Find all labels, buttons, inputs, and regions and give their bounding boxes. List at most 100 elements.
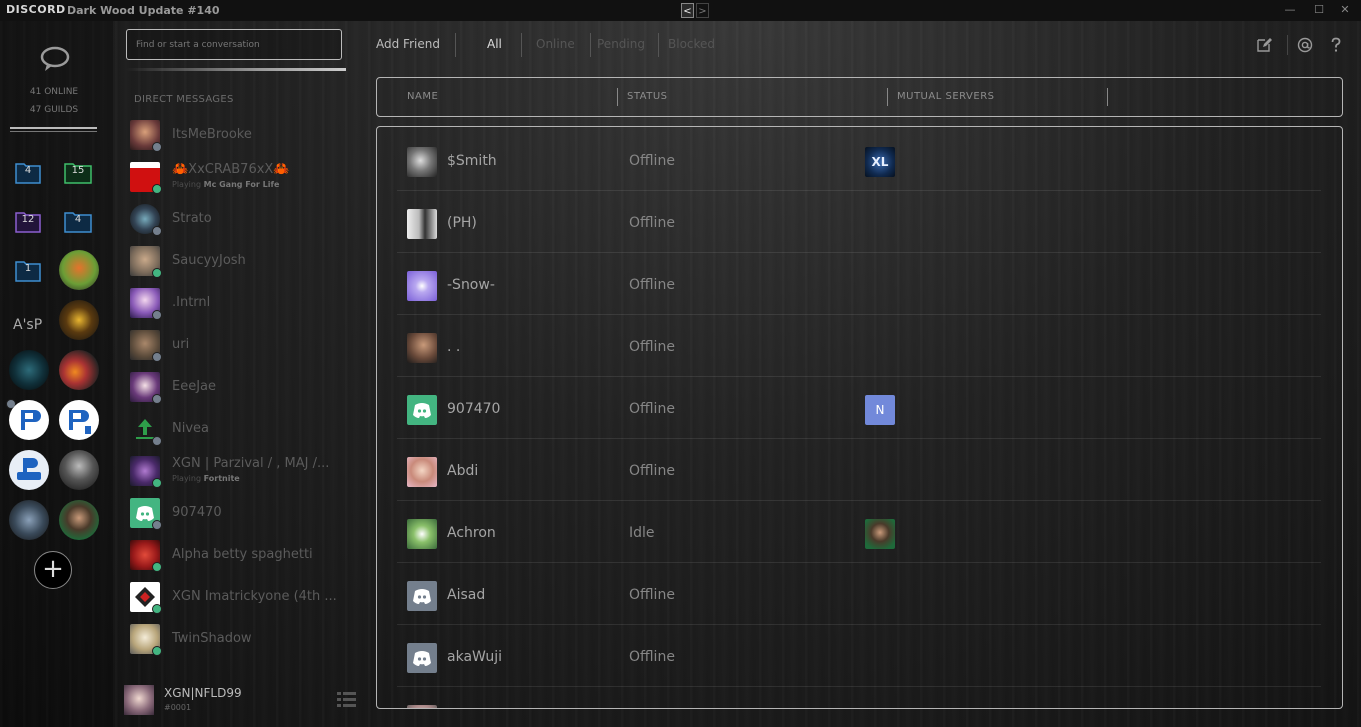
friend-status: Offline: [629, 277, 675, 293]
guild-folder[interactable]: 15: [64, 160, 92, 184]
discord-icon: [413, 589, 431, 604]
dm-item[interactable]: EeeJae: [130, 368, 355, 410]
avatar: [407, 457, 437, 487]
friend-row[interactable]: Achron Idle: [377, 501, 1342, 563]
close-button[interactable]: ✕: [1335, 2, 1355, 18]
dm-name: Nivea: [172, 421, 209, 436]
friend-name: Aisad: [447, 587, 486, 603]
tab-online[interactable]: Online: [536, 37, 575, 51]
dm-item[interactable]: 🦀XxCRAB76xX🦀 Playing Mc Gang For Life: [130, 158, 355, 200]
guild-icon[interactable]: [9, 350, 49, 390]
settings-icon[interactable]: [337, 691, 356, 709]
friends-table: $Smith Offline XL (PH) Offline -Snow- Of…: [376, 126, 1343, 709]
column-divider: [1107, 88, 1108, 106]
friend-name: 907470: [447, 401, 501, 417]
dm-item[interactable]: SaucyyJosh: [130, 242, 355, 284]
friend-row[interactable]: Aisad Offline: [377, 563, 1342, 625]
search-box[interactable]: [126, 29, 342, 60]
user-name: XGN|NFLD99: [164, 686, 242, 700]
dm-item[interactable]: XGN | Parzival / , MAJ /... Playing Fort…: [130, 452, 355, 494]
dm-item[interactable]: 907470: [130, 494, 355, 536]
tab-blocked[interactable]: Blocked: [668, 37, 715, 51]
dm-item[interactable]: Alpha betty spaghetti: [130, 536, 355, 578]
friend-row[interactable]: $Smith Offline XL: [377, 129, 1342, 191]
avatar[interactable]: [124, 685, 154, 715]
status-dot: [152, 604, 162, 614]
dm-name: SaucyyJosh: [172, 253, 246, 268]
dm-list: ItsMeBrooke 🦀XxCRAB76xX🦀 Playing Mc Gang…: [113, 116, 355, 672]
friend-row[interactable]: akaWuji Offline: [377, 625, 1342, 687]
guild-icon[interactable]: [59, 350, 99, 390]
friend-row[interactable]: . . Offline: [377, 315, 1342, 377]
mutual-server-icon[interactable]: XL: [865, 147, 895, 177]
status-dot: [152, 184, 162, 194]
new-group-dm-icon[interactable]: [1256, 37, 1272, 53]
status-dot: [152, 352, 162, 362]
dm-item[interactable]: Strato: [130, 200, 355, 242]
nav-divider: [658, 33, 659, 57]
dm-header: DIRECT MESSAGES: [134, 94, 234, 105]
friend-name: Achron: [447, 525, 496, 541]
friend-row[interactable]: [377, 687, 1342, 708]
guild-text-icon[interactable]: A'sP: [13, 317, 42, 333]
guild-folder[interactable]: 4: [15, 160, 41, 184]
activity-prefix: Playing: [172, 474, 204, 483]
discord-icon: [413, 651, 431, 666]
guild-icon[interactable]: [59, 300, 99, 340]
friend-status: Offline: [629, 401, 675, 417]
friend-row[interactable]: 907470 Offline N: [377, 377, 1342, 439]
minimize-button[interactable]: —: [1280, 2, 1300, 18]
avatar: [407, 209, 437, 239]
friend-row[interactable]: Abdi Offline: [377, 439, 1342, 501]
dm-item[interactable]: ItsMeBrooke: [130, 116, 355, 158]
guild-count: 47 GUILDS: [29, 105, 79, 115]
mutual-server-icon[interactable]: N: [865, 395, 895, 425]
guild-icon[interactable]: [59, 250, 99, 290]
status-dot: [152, 520, 162, 530]
guild-folder[interactable]: 1: [15, 258, 41, 282]
forward-button[interactable]: >: [696, 3, 709, 18]
column-divider: [887, 88, 888, 106]
add-friend-button[interactable]: Add Friend: [376, 37, 440, 51]
mutual-server-icon[interactable]: [865, 519, 895, 549]
guild-icon[interactable]: [59, 400, 99, 440]
dm-item[interactable]: .Intrnl: [130, 284, 355, 326]
avatar: [407, 333, 437, 363]
search-input[interactable]: [127, 30, 341, 59]
tab-pending[interactable]: Pending: [597, 37, 645, 51]
friend-name: . .: [447, 339, 461, 355]
dm-item[interactable]: XGN Imatrickyone (4th ...: [130, 578, 355, 620]
friend-name: akaWuji: [447, 649, 503, 665]
friend-name: Abdi: [447, 463, 479, 479]
status-dot: [152, 394, 162, 404]
guild-icon[interactable]: [59, 450, 99, 490]
column-mutual-servers[interactable]: MUTUAL SERVERS: [897, 91, 995, 102]
friends-home-icon[interactable]: [40, 46, 70, 72]
column-status[interactable]: STATUS: [627, 91, 668, 102]
friend-row[interactable]: -Snow- Offline: [377, 253, 1342, 315]
friend-row[interactable]: (PH) Offline: [377, 191, 1342, 253]
dm-item[interactable]: uri: [130, 326, 355, 368]
avatar: [407, 705, 437, 708]
guild-folder[interactable]: 12: [15, 209, 41, 233]
avatar: [407, 519, 437, 549]
guild-icon[interactable]: [9, 400, 49, 440]
mentions-icon[interactable]: [1297, 37, 1313, 53]
dm-name: Alpha betty spaghetti: [172, 547, 313, 562]
dm-name: uri: [172, 337, 190, 352]
guild-folder[interactable]: 4: [64, 209, 92, 233]
maximize-button[interactable]: ☐: [1309, 2, 1329, 18]
add-server-button[interactable]: +: [34, 551, 72, 589]
help-icon[interactable]: [1328, 37, 1344, 53]
guild-icon[interactable]: [59, 500, 99, 540]
guild-icon[interactable]: [9, 500, 49, 540]
dm-item[interactable]: Nivea: [130, 410, 355, 452]
back-button[interactable]: <: [681, 3, 694, 18]
guild-icon[interactable]: [9, 450, 49, 490]
tab-all[interactable]: All: [487, 37, 502, 51]
status-dot: [152, 142, 162, 152]
column-name[interactable]: NAME: [407, 91, 438, 102]
dm-item[interactable]: TwinShadow: [130, 620, 355, 662]
dm-name: TwinShadow: [172, 631, 252, 646]
dm-activity: Playing Mc Gang For Life: [172, 180, 279, 189]
